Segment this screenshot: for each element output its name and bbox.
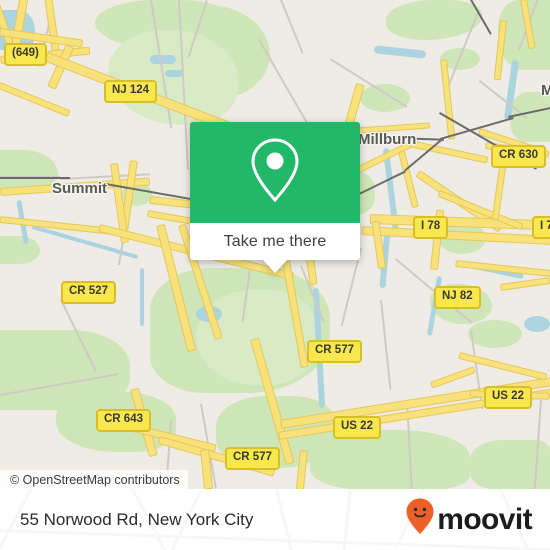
park-area: [510, 92, 550, 142]
destination-popup-card[interactable]: Take me there: [190, 122, 360, 273]
attribution-text: © OpenStreetMap contributors: [10, 472, 180, 487]
place-label-summit: Summit: [52, 180, 108, 197]
road-shield-us22-west: US 22: [333, 416, 381, 439]
park-area: [468, 320, 522, 348]
road-shield-cr643: CR 643: [96, 409, 151, 432]
road-shield-cr630: CR 630: [491, 145, 546, 168]
popup-card-header: [190, 122, 360, 223]
water-body: [165, 70, 183, 77]
location-pin-icon: [249, 137, 301, 208]
moovit-wordmark: moovit: [437, 502, 532, 536]
park-area: [0, 236, 40, 264]
road-shield-nj82: NJ 82: [434, 286, 481, 309]
water-body: [524, 316, 550, 332]
water-body: [140, 268, 144, 326]
road-shield-cr527: CR 527: [61, 281, 116, 304]
road-shield-cr577-south: CR 577: [225, 447, 280, 470]
park-area: [310, 430, 470, 489]
popup-card-pointer: [262, 259, 288, 273]
park-area: [360, 84, 410, 112]
road-shield-i7: I 7: [532, 216, 550, 239]
moovit-smiley-pin-icon: [405, 497, 435, 542]
road-shield-nj124: NJ 124: [104, 80, 158, 103]
road-shield-i78: I 78: [413, 216, 449, 239]
destination-address: 55 Norwood Rd, New York City: [20, 509, 254, 529]
water-body: [150, 55, 176, 64]
moovit-map-screen: (649) NJ 124 CR 630 I 78 I 7 CR 527 NJ 8…: [0, 0, 550, 550]
place-label-millburn: Millburn: [358, 131, 417, 148]
place-label-m: M: [541, 82, 550, 99]
railway-line: [0, 177, 70, 179]
take-me-there-button[interactable]: Take me there: [190, 223, 360, 260]
moovit-logo[interactable]: moovit: [405, 497, 533, 542]
take-me-there-label: Take me there: [223, 232, 327, 250]
road-shield-cr577-north: CR 577: [307, 340, 362, 363]
footer-bar: 55 Norwood Rd, New York City moovit: [0, 489, 550, 550]
map-attribution: © OpenStreetMap contributors: [0, 470, 188, 489]
road-shield-649: (649): [4, 43, 47, 66]
road-shield-us22-east: US 22: [484, 386, 532, 409]
